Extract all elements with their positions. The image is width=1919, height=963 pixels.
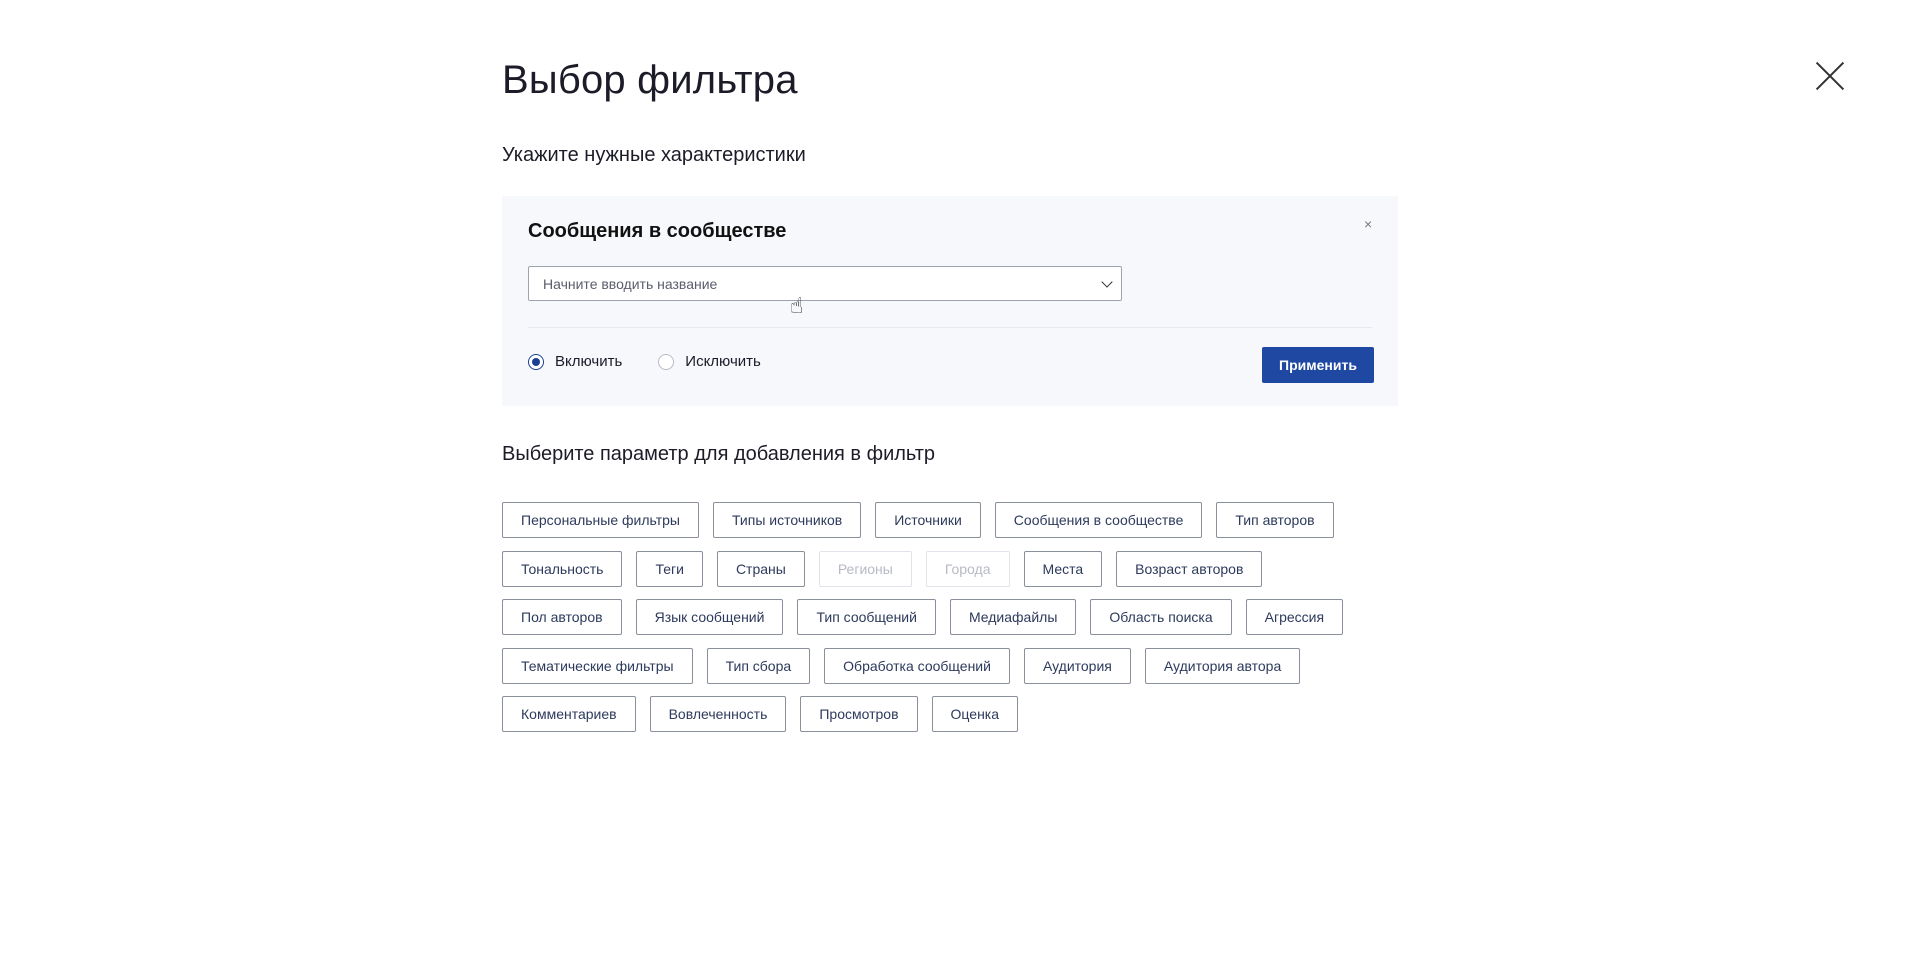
filter-chip[interactable]: Аудитория автора (1144, 647, 1301, 684)
filter-chip: Города (925, 550, 1010, 587)
filter-chip[interactable]: Язык сообщений (635, 599, 784, 635)
select-placeholder: Начните вводить название (543, 276, 718, 292)
filter-chip[interactable]: Тип сообщений (797, 599, 936, 635)
filter-chip[interactable]: Обработка сообщений (824, 647, 1010, 684)
modal-title: Выбор фильтра (502, 58, 798, 102)
filter-chip[interactable]: Агрессия (1245, 599, 1344, 635)
exclude-label: Исключить (685, 353, 761, 370)
filter-chip[interactable]: Сообщения в сообществе (994, 502, 1203, 538)
filter-chip[interactable]: Персональные фильтры (502, 502, 699, 538)
filter-chip[interactable]: Просмотров (800, 696, 918, 732)
panel-close-icon[interactable]: × (1364, 216, 1372, 232)
filter-chip[interactable]: Тональность (502, 550, 623, 587)
divider (528, 327, 1372, 328)
filter-chip[interactable]: Тематические фильтры (502, 647, 693, 684)
filter-chip[interactable]: Возраст авторов (1116, 550, 1263, 587)
filter-chip[interactable]: Типы источников (713, 502, 862, 538)
chip-row: Комментариев Вовлеченность Просмотров Оценк… (502, 696, 1382, 732)
filter-chip[interactable]: Область поиска (1090, 599, 1232, 635)
filter-chip[interactable]: Места (1023, 550, 1103, 587)
filter-chip[interactable]: Медиафайлы (949, 599, 1077, 635)
chip-row: Тематические фильтры Тип сбора Обработка с… (502, 647, 1382, 684)
filter-chip[interactable]: Вовлеченность (649, 696, 787, 732)
include-radio[interactable]: Включить (528, 353, 622, 370)
mode-radio-group: Включить Исключить (528, 353, 797, 370)
chevron-down-icon[interactable] (1101, 276, 1113, 288)
name-select[interactable]: Начните вводить название (528, 266, 1122, 301)
filter-chip: Регионы (818, 550, 912, 587)
filter-chip[interactable]: Источники (875, 502, 981, 538)
filter-chip[interactable]: Пол авторов (502, 599, 622, 635)
filter-chip[interactable]: Оценка (931, 696, 1019, 732)
chip-row: Тональность Теги Страны Регионы Города Места В… (502, 550, 1382, 587)
include-label: Включить (555, 353, 623, 370)
filter-chip[interactable]: Теги (636, 550, 703, 587)
exclude-radio-circle[interactable] (658, 353, 675, 370)
exclude-radio[interactable]: Исключить (658, 353, 761, 370)
filter-chip[interactable]: Комментариев (502, 696, 636, 732)
close-modal-icon[interactable] (1808, 55, 1852, 99)
panel-title: Сообщения в сообществе (528, 220, 787, 242)
filter-chip[interactable]: Аудитория (1023, 647, 1131, 684)
chip-row: Пол авторов Язык сообщений Тип сообщений Ме… (502, 599, 1382, 635)
filter-chip[interactable]: Тип авторов (1216, 502, 1334, 538)
include-radio-circle[interactable] (528, 353, 544, 370)
parameter-chips: Персональные фильтры Типы источников Источ… (502, 502, 1382, 745)
apply-button[interactable]: Применить (1262, 347, 1374, 383)
filter-chip[interactable]: Страны (716, 550, 805, 587)
filter-modal: Выбор фильтра Укажите нужные характерист… (0, 0, 1919, 963)
section-title: Выберите параметр для добавления в фильт… (502, 443, 936, 465)
hand-cursor-icon: ☝ (790, 293, 804, 318)
chip-row: Персональные фильтры Типы источников Источ… (502, 502, 1382, 538)
filter-panel: Сообщения в сообществе × Начните вводить… (502, 196, 1398, 406)
filter-chip[interactable]: Тип сбора (706, 647, 811, 684)
subtitle: Укажите нужные характеристики (502, 144, 806, 166)
